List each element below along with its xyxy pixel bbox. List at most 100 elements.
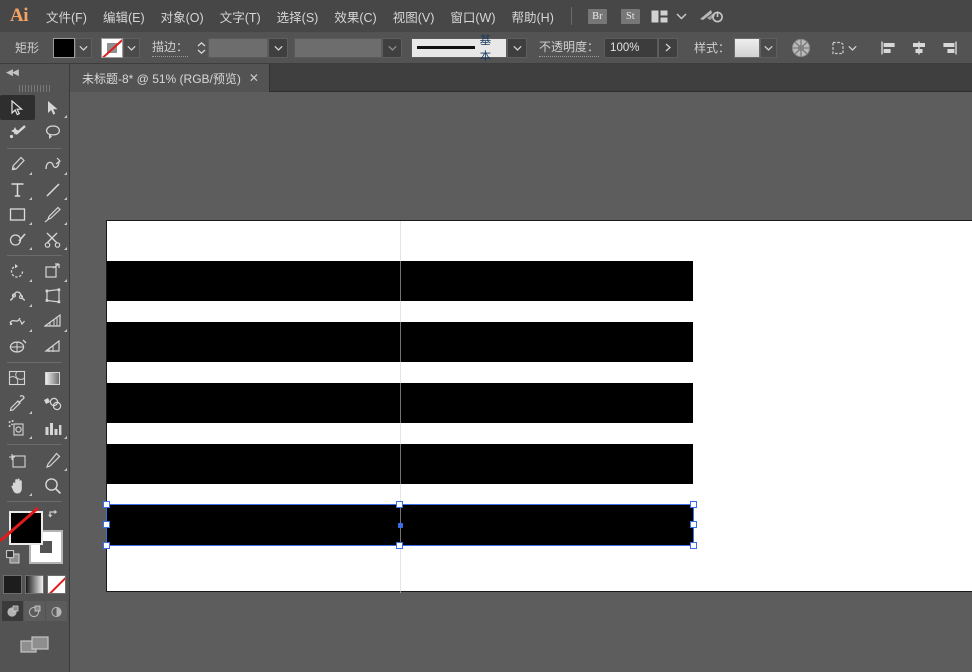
chevron-down-icon[interactable] [676,12,687,20]
stroke-color-dropdown[interactable] [123,37,141,58]
align-right-icon[interactable] [940,39,958,57]
paintbrush-tool[interactable] [35,202,70,227]
graphic-style-dropdown[interactable] [760,37,778,58]
swap-fill-stroke-icon[interactable] [47,508,61,523]
mesh-tool[interactable] [0,334,35,359]
eyedropper-tool[interactable] [0,391,35,416]
gradient-tool[interactable] [35,366,70,391]
brush-definition-dropdown[interactable] [507,37,528,58]
magic-wand-tool[interactable] [0,120,35,145]
document-tab-label: 未标题-8* @ 51% (RGB/预览) [82,71,241,86]
menu-file[interactable]: 文件(F) [38,1,95,32]
free-transform-tool[interactable] [35,284,70,309]
variable-width-profile-input[interactable] [294,37,383,58]
direct-selection-tool[interactable] [35,95,70,120]
fill-stroke-controls [0,506,69,570]
tool-divider-2 [7,255,62,256]
hand-tool[interactable] [0,473,35,498]
tool-group-selection [0,95,69,145]
change-screen-mode-icon[interactable] [19,635,50,662]
brush-stroke-preview [417,46,475,49]
tool-divider-3 [7,362,62,363]
bridge-button[interactable]: Br [587,8,607,24]
tool-group-artboard [0,448,69,498]
creative-cloud-icon[interactable] [699,7,723,25]
width-tool[interactable] [0,284,35,309]
draw-behind-mode[interactable] [24,601,45,621]
scissors-tool[interactable] [35,227,70,252]
stroke-color-swatch[interactable] [101,37,124,58]
fill-color-swatch[interactable] [53,37,76,58]
rotate-tool[interactable] [0,259,35,284]
tool-divider-5 [7,501,62,502]
tools-panel-grip[interactable] [0,81,69,95]
artboard-tool[interactable] [0,448,35,473]
perspective-selection-tool[interactable] [35,334,70,359]
document-tab[interactable]: 未标题-8* @ 51% (RGB/预览) ✕ [70,64,270,92]
transform-button[interactable] [830,40,857,56]
menu-view[interactable]: 视图(V) [385,1,443,32]
menu-divider [570,7,572,25]
tools-panel: ◀◀ [0,64,70,672]
tools-panel-collapse-button[interactable]: ◀◀ [0,64,69,81]
symbol-sprayer-tool[interactable] [0,416,35,441]
control-bar: 矩形 描边： 基本 不透明度： 100% 样式： [0,32,972,64]
align-left-icon[interactable] [880,39,898,57]
app-logo: Ai [10,5,29,26]
artboard[interactable] [103,220,972,593]
shaper-tool[interactable] [0,227,35,252]
variable-width-profile-dropdown[interactable] [382,37,403,58]
shape-builder-tool[interactable] [0,309,35,334]
rectangle-tool[interactable] [0,202,35,227]
graphic-style-swatch[interactable] [734,37,761,58]
tool-divider-4 [7,444,62,445]
lasso-tool[interactable] [35,120,70,145]
brush-definition-label: 基本 [479,34,492,63]
opacity-flyout-button[interactable] [658,37,679,58]
recolor-artwork-icon[interactable] [791,38,811,58]
menu-object[interactable]: 对象(O) [153,1,212,32]
illustrator-window: Ai 文件(F) 编辑(E) 对象(O) 文字(T) 选择(S) 效果(C) 视… [0,0,972,672]
opacity-input[interactable]: 100% [604,37,659,58]
menu-effect[interactable]: 效果(C) [326,1,384,32]
selection-tool[interactable] [0,95,35,120]
slice-tool[interactable] [35,448,70,473]
blend-tool[interactable] [35,391,70,416]
stroke-weight-dropdown[interactable] [268,37,289,58]
default-fill-stroke-icon[interactable] [6,550,21,570]
menu-help[interactable]: 帮助(H) [504,1,562,32]
color-mode-row [0,575,69,594]
close-icon[interactable]: ✕ [249,71,259,85]
canvas-area[interactable] [70,92,972,672]
draw-normal-mode[interactable] [2,601,23,621]
align-center-horizontal-icon[interactable] [910,39,928,57]
opacity-label: 不透明度： [539,38,600,57]
menu-edit[interactable]: 编辑(E) [95,1,153,32]
color-mode-color[interactable] [3,575,22,594]
stroke-weight-input[interactable] [208,37,269,58]
type-tool[interactable] [0,177,35,202]
stock-button[interactable]: St [620,8,640,24]
mesh-grid-tool[interactable] [0,366,35,391]
menu-type[interactable]: 文字(T) [212,1,269,32]
menu-select[interactable]: 选择(S) [269,1,327,32]
draw-inside-mode[interactable] [46,601,67,621]
perspective-grid-tool[interactable] [35,309,70,334]
zoom-tool[interactable] [35,473,70,498]
brush-definition-field[interactable]: 基本 [411,35,508,63]
fill-color-dropdown[interactable] [75,37,93,58]
column-graph-tool[interactable] [35,416,70,441]
color-mode-gradient[interactable] [25,575,44,594]
stroke-weight-label: 描边： [152,38,189,57]
document-tab-bar: 未标题-8* @ 51% (RGB/预览) ✕ [0,64,972,92]
menu-window[interactable]: 窗口(W) [442,1,503,32]
color-mode-none[interactable] [47,575,66,594]
stroke-weight-stepper[interactable] [194,38,208,58]
scale-tool[interactable] [35,259,70,284]
line-segment-tool[interactable] [35,177,70,202]
tool-group-paint [0,366,69,441]
arrange-documents-icon[interactable] [651,10,668,23]
pen-tool[interactable] [0,152,35,177]
screen-mode-row [0,635,69,662]
curvature-tool[interactable] [35,152,70,177]
